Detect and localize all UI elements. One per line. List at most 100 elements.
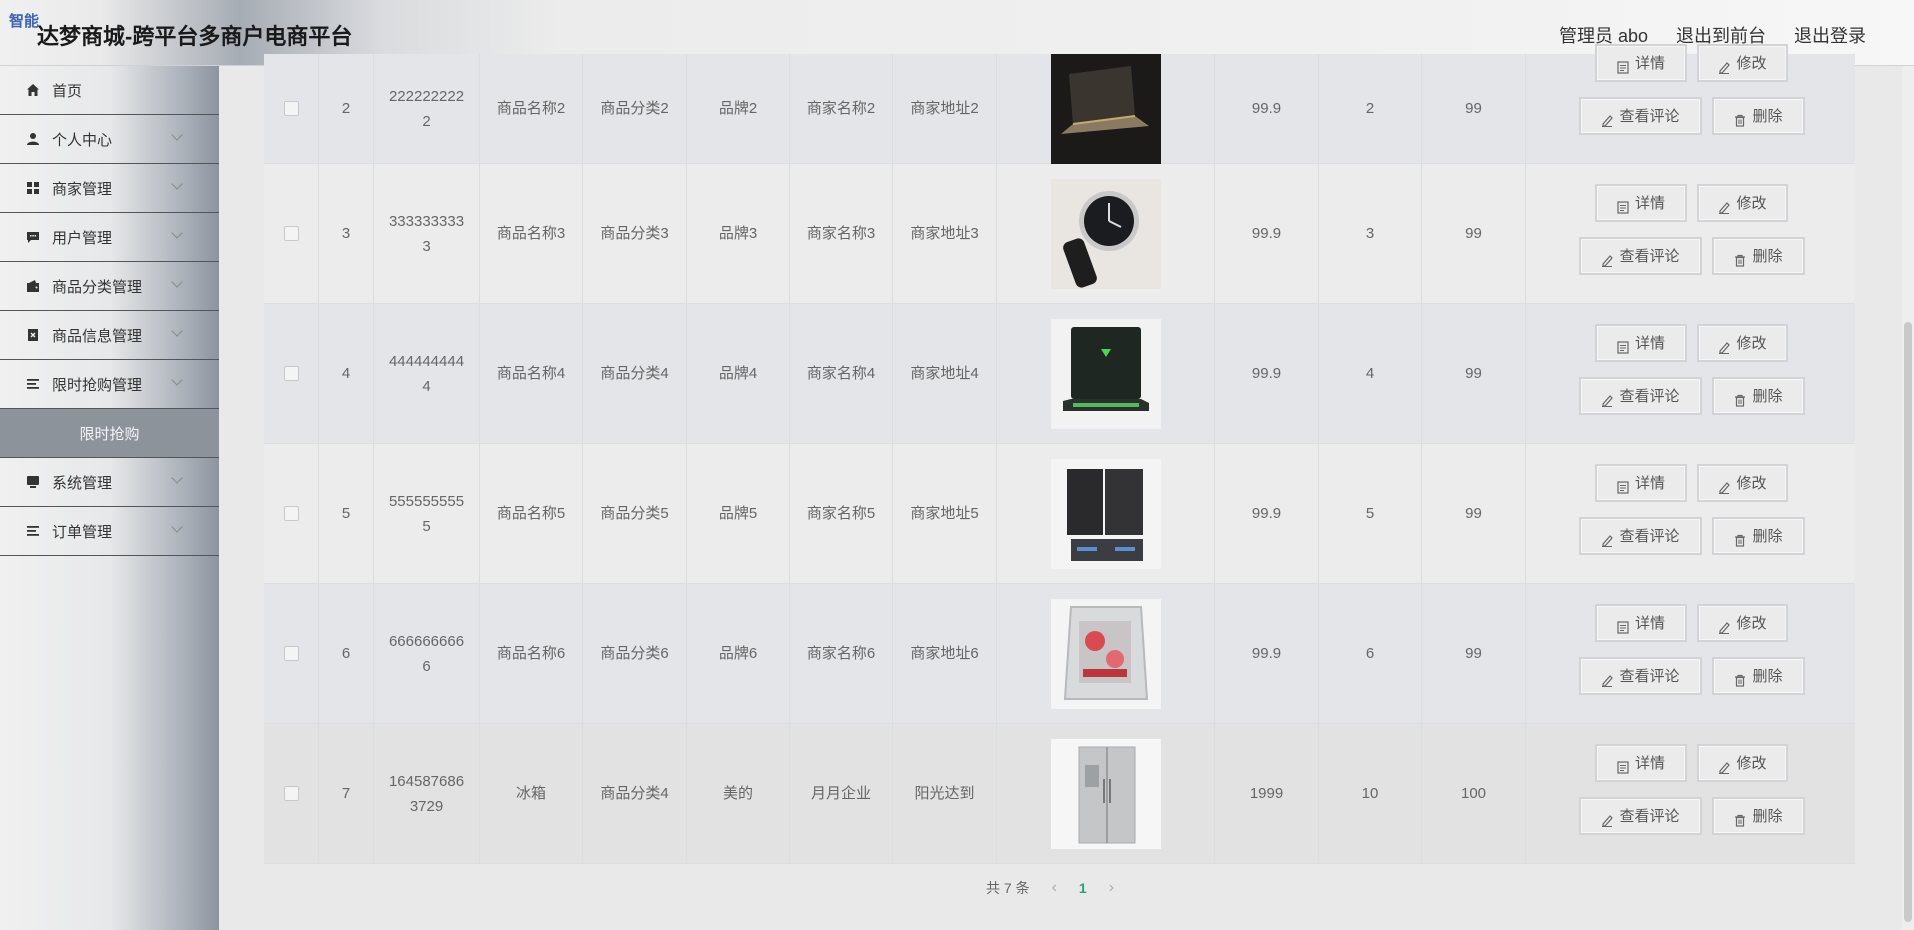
sidebar-item-users[interactable]: 用户管理 xyxy=(0,213,219,262)
product-brand-cell: 品牌4 xyxy=(687,304,790,443)
document-icon xyxy=(1617,477,1629,494)
merchant-address: 商家地址5 xyxy=(910,505,979,522)
page-number-current[interactable]: 1 xyxy=(1079,880,1087,896)
detail-button-label: 详情 xyxy=(1634,474,1665,492)
chevron-down-icon xyxy=(171,276,183,288)
product-category: 商品分类2 xyxy=(600,100,669,117)
product-image-fridge xyxy=(1050,738,1161,849)
edit-button-label: 修改 xyxy=(1736,194,1767,212)
edit-button[interactable]: 修改 xyxy=(1697,44,1788,82)
monitor-icon xyxy=(26,475,40,489)
delete-button[interactable]: 删除 xyxy=(1712,517,1805,555)
product-quantity-cell: 2 xyxy=(1319,54,1422,163)
product-price: 99.9 xyxy=(1251,100,1282,117)
row-index-cell: 6 xyxy=(319,584,374,723)
product-code-cell: 164587686 3729 xyxy=(374,724,480,863)
delete-button[interactable]: 删除 xyxy=(1712,97,1805,135)
sidebar-subitem-flash-sale[interactable]: 限时抢购 xyxy=(0,409,219,458)
logout-link[interactable]: 退出登录 xyxy=(1794,22,1866,48)
merchant-name-cell: 月月企业 xyxy=(790,724,893,863)
view-comments-button[interactable]: 查看评论 xyxy=(1579,377,1702,415)
sidebar: 首页 个人中心 商家管理 用户管理 商品分类管理 商品信息管理 限时抢购管理 限… xyxy=(0,66,219,930)
pencil-icon xyxy=(1601,530,1614,547)
scrollbar-thumb[interactable] xyxy=(1904,322,1912,922)
detail-button[interactable]: 详情 xyxy=(1595,604,1687,642)
product-stock-cell: 99 xyxy=(1422,584,1526,723)
product-quantity-cell: 10 xyxy=(1319,724,1422,863)
product-brand-cell: 品牌3 xyxy=(687,164,790,303)
pagination: 共 7 条 ‹ 1 › xyxy=(986,878,1114,898)
product-category: 商品分类6 xyxy=(600,645,669,662)
select-cell xyxy=(264,584,319,723)
product-code-line: 2 xyxy=(422,112,431,130)
delete-button-label: 删除 xyxy=(1752,527,1783,545)
detail-button[interactable]: 详情 xyxy=(1595,744,1687,782)
product-stock-cell: 99 xyxy=(1422,304,1526,443)
view-comments-button-label: 查看评论 xyxy=(1619,667,1680,685)
row-checkbox[interactable] xyxy=(283,226,299,241)
detail-button-label: 详情 xyxy=(1634,754,1665,772)
detail-button[interactable]: 详情 xyxy=(1595,44,1687,82)
view-comments-button[interactable]: 查看评论 xyxy=(1579,657,1702,695)
sidebar-item-personal[interactable]: 个人中心 xyxy=(0,115,219,164)
product-brand: 品牌2 xyxy=(718,100,758,117)
merchant-address-cell: 商家地址5 xyxy=(893,444,997,583)
sidebar-item-system[interactable]: 系统管理 xyxy=(0,458,219,507)
sidebar-item-merchant[interactable]: 商家管理 xyxy=(0,164,219,213)
edit-button[interactable]: 修改 xyxy=(1697,324,1788,362)
select-cell xyxy=(264,54,319,163)
sidebar-item-label: 商家管理 xyxy=(52,180,113,198)
sidebar-item-label: 用户管理 xyxy=(52,229,113,247)
site-title: 达梦商城-跨平台多商户电商平台 xyxy=(37,24,353,49)
detail-button-label: 详情 xyxy=(1634,334,1665,352)
select-cell xyxy=(264,304,319,443)
row-checkbox[interactable] xyxy=(283,646,299,661)
product-stock: 99 xyxy=(1465,225,1482,242)
product-stock: 99 xyxy=(1465,505,1482,522)
product-category-cell: 商品分类4 xyxy=(583,304,687,443)
merchant-address: 商家地址6 xyxy=(910,645,979,662)
view-comments-button-label: 查看评论 xyxy=(1619,387,1680,405)
view-comments-button[interactable]: 查看评论 xyxy=(1579,517,1702,555)
delete-button[interactable]: 删除 xyxy=(1712,657,1805,695)
select-cell xyxy=(264,164,319,303)
detail-button[interactable]: 详情 xyxy=(1595,184,1687,222)
product-brand: 美的 xyxy=(722,785,753,802)
sidebar-item-home[interactable]: 首页 xyxy=(0,66,219,115)
product-quantity-cell: 5 xyxy=(1319,444,1422,583)
sidebar-item-label: 首页 xyxy=(52,82,83,100)
edit-button[interactable]: 修改 xyxy=(1697,604,1788,642)
product-name: 商品名称2 xyxy=(496,100,566,117)
view-comments-button[interactable]: 查看评论 xyxy=(1579,97,1702,135)
view-comments-button[interactable]: 查看评论 xyxy=(1579,797,1702,835)
product-stock: 99 xyxy=(1465,645,1482,662)
chevron-down-icon xyxy=(171,227,183,239)
prev-page-button[interactable]: ‹ xyxy=(1052,879,1057,897)
document-icon xyxy=(1617,337,1629,354)
merchant-address-cell: 阳光达到 xyxy=(893,724,997,863)
table-row: 4 444444444 4 商品名称4 商品分类4 品牌4 商家名称4 商家地址4 99.9 4 9… xyxy=(264,304,1855,444)
detail-button[interactable]: 详情 xyxy=(1595,324,1687,362)
row-checkbox[interactable] xyxy=(283,506,299,521)
row-checkbox[interactable] xyxy=(283,786,299,801)
edit-button[interactable]: 修改 xyxy=(1697,464,1788,502)
sidebar-item-product-info[interactable]: 商品信息管理 xyxy=(0,311,219,360)
merchant-name: 商家名称2 xyxy=(806,100,876,117)
delete-button[interactable]: 删除 xyxy=(1712,377,1805,415)
product-code-line: 3 xyxy=(422,237,431,255)
edit-button[interactable]: 修改 xyxy=(1697,744,1788,782)
sidebar-item-orders[interactable]: 订单管理 xyxy=(0,507,219,556)
chevron-down-icon xyxy=(171,472,183,484)
edit-button[interactable]: 修改 xyxy=(1697,184,1788,222)
delete-button[interactable]: 删除 xyxy=(1712,797,1805,835)
detail-button[interactable]: 详情 xyxy=(1595,464,1687,502)
row-checkbox[interactable] xyxy=(283,101,299,116)
sidebar-item-category[interactable]: 商品分类管理 xyxy=(0,262,219,311)
view-comments-button[interactable]: 查看评论 xyxy=(1579,237,1702,275)
delete-button[interactable]: 删除 xyxy=(1712,237,1805,275)
list-icon xyxy=(26,377,40,391)
row-checkbox[interactable] xyxy=(283,366,299,381)
product-name: 商品名称4 xyxy=(496,365,566,382)
next-page-button[interactable]: › xyxy=(1109,879,1114,897)
sidebar-item-flash-sale[interactable]: 限时抢购管理 xyxy=(0,360,219,409)
